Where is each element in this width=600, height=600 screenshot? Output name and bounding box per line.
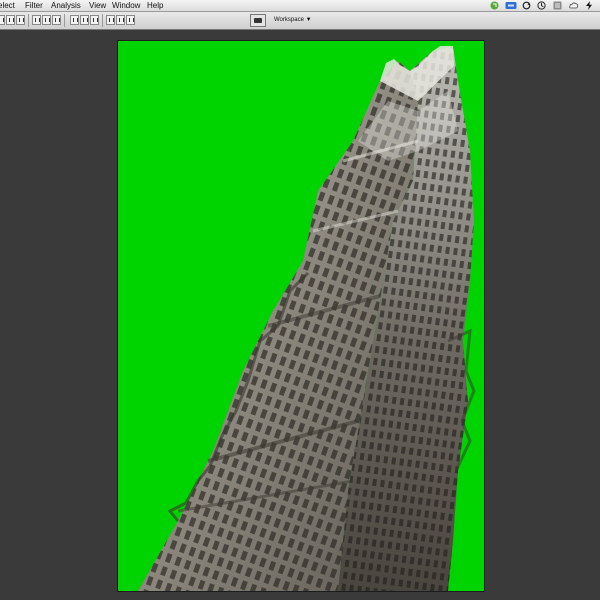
distribute-button[interactable] — [126, 15, 135, 25]
divider — [28, 14, 29, 27]
align-button[interactable] — [6, 15, 15, 25]
menu-view[interactable]: View — [89, 0, 106, 11]
evernote-icon[interactable] — [490, 1, 499, 10]
distribute-button[interactable] — [106, 15, 115, 25]
workspace-menu[interactable]: Workspace ▼ — [274, 13, 312, 27]
align-button[interactable] — [32, 15, 41, 25]
menu-bar: elect Filter Analysis View Window Help — [0, 0, 600, 12]
divider — [102, 14, 103, 27]
align-button[interactable] — [42, 15, 51, 25]
menu-analysis[interactable]: Analysis — [51, 0, 81, 11]
align-button[interactable] — [16, 15, 25, 25]
divider — [64, 14, 65, 27]
bluetooth-icon[interactable] — [553, 1, 562, 10]
menu-filter[interactable]: Filter — [25, 0, 43, 11]
workspace-camera-icon[interactable] — [250, 14, 266, 27]
menu-help[interactable]: Help — [147, 0, 163, 11]
workspace-label: Workspace — [274, 17, 304, 23]
align-button[interactable] — [0, 15, 5, 25]
options-bar: Workspace ▼ — [0, 12, 600, 30]
adobe-icon[interactable] — [505, 1, 517, 10]
menu-select[interactable]: elect — [0, 0, 15, 11]
power-icon[interactable] — [585, 1, 593, 10]
skyscraper-photo — [138, 46, 476, 591]
sync-icon[interactable] — [522, 1, 531, 10]
distribute-button[interactable] — [80, 15, 89, 25]
menu-window[interactable]: Window — [112, 0, 140, 11]
document-canvas[interactable] — [117, 40, 485, 592]
time-machine-icon[interactable] — [537, 1, 546, 10]
distribute-button[interactable] — [70, 15, 79, 25]
align-button[interactable] — [52, 15, 61, 25]
distribute-button[interactable] — [90, 15, 99, 25]
chevron-down-icon: ▼ — [305, 17, 312, 23]
distribute-button[interactable] — [116, 15, 125, 25]
cloud-icon[interactable] — [569, 1, 579, 10]
